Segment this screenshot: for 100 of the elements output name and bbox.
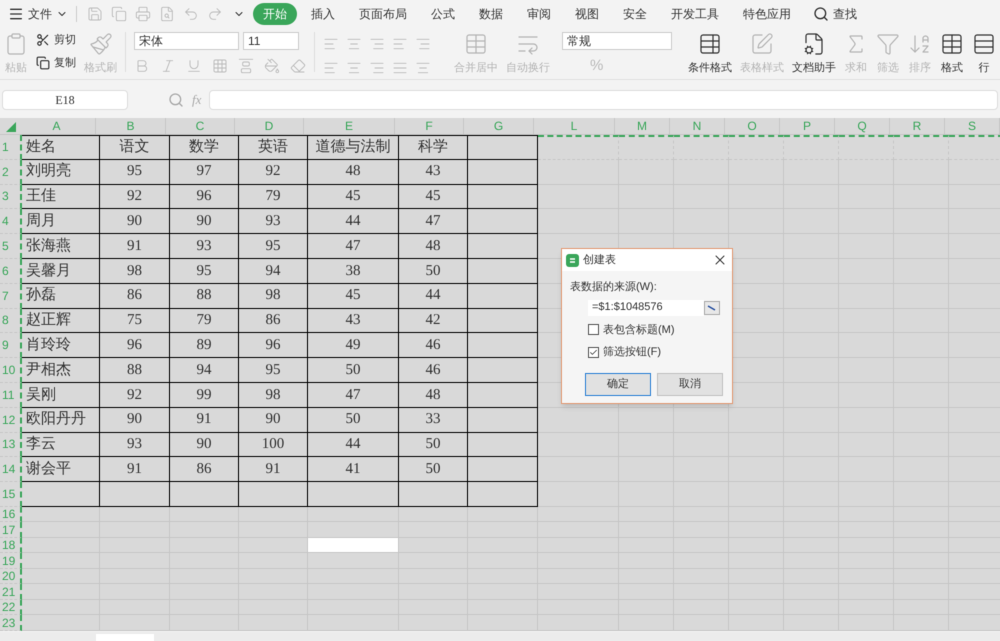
dialog-button[interactable]: 确定: [585, 372, 651, 396]
row-header[interactable]: 8: [0, 308, 22, 334]
column-header[interactable]: Q: [835, 118, 890, 134]
row-header[interactable]: 20: [0, 568, 22, 584]
zoom-icon[interactable]: [168, 92, 184, 108]
font-size-field[interactable]: 11: [242, 32, 299, 50]
column-header[interactable]: L: [534, 118, 615, 134]
toolbar-icon[interactable]: [207, 6, 223, 22]
menu-icon[interactable]: [8, 6, 24, 22]
toolbar-icon[interactable]: [135, 6, 151, 22]
file-menu[interactable]: 文件: [28, 5, 52, 23]
name-box[interactable]: E18: [2, 90, 128, 110]
row-header[interactable]: 16: [0, 506, 22, 522]
column-header[interactable]: F: [395, 118, 464, 134]
row-header[interactable]: 10: [0, 358, 22, 383]
column-header[interactable]: M: [615, 118, 670, 134]
dialog-title: 创建表: [583, 252, 617, 268]
row-header[interactable]: 19: [0, 553, 22, 569]
percent-button[interactable]: %: [562, 58, 672, 73]
row-header[interactable]: 22: [0, 600, 22, 616]
row-header[interactable]: 17: [0, 522, 22, 538]
format-icon[interactable]: [290, 58, 306, 74]
search-link[interactable]: 查找: [833, 5, 857, 23]
cut-button[interactable]: 剪切: [54, 32, 76, 48]
column-header[interactable]: A: [18, 118, 96, 134]
column-header[interactable]: C: [166, 118, 235, 134]
dialog-button[interactable]: 取消: [657, 372, 723, 396]
select-all-icon[interactable]: [6, 122, 16, 132]
column-header[interactable]: E: [304, 118, 395, 134]
row-header[interactable]: 13: [0, 432, 22, 458]
row-header[interactable]: 18: [0, 538, 22, 554]
align-icon[interactable]: [414, 36, 431, 52]
row-header[interactable]: 2: [0, 160, 22, 185]
format-icon[interactable]: [238, 58, 254, 74]
row-header[interactable]: 14: [0, 457, 22, 482]
toolbar-icon[interactable]: [111, 6, 127, 22]
checkbox[interactable]: [588, 346, 599, 358]
source-field[interactable]: =$1:$1048576: [588, 300, 704, 316]
ribbon-tab[interactable]: 开始: [253, 3, 297, 25]
row-header[interactable]: 3: [0, 184, 22, 210]
range-picker-icon[interactable]: [704, 300, 720, 314]
column-header[interactable]: D: [235, 118, 304, 134]
row-header[interactable]: 9: [0, 333, 22, 358]
align-icon[interactable]: [346, 36, 362, 52]
row-header[interactable]: 1: [0, 135, 22, 160]
toolbar-icon[interactable]: [159, 6, 175, 22]
assistant-button[interactable]: 文档助手: [792, 60, 836, 76]
row-header[interactable]: 4: [0, 209, 22, 234]
ribbon-tab[interactable]: 页面布局: [349, 3, 417, 25]
format-icon[interactable]: [212, 58, 228, 74]
align-icon[interactable]: [346, 60, 362, 76]
row-header[interactable]: 5: [0, 234, 22, 259]
align-icon[interactable]: [322, 60, 339, 76]
row-header[interactable]: 7: [0, 284, 22, 309]
row-header[interactable]: 12: [0, 408, 22, 433]
ribbon-tab[interactable]: 视图: [565, 3, 609, 25]
ribbon-tab[interactable]: 安全: [613, 3, 657, 25]
checkbox-label[interactable]: 筛选按钮(F): [603, 344, 662, 360]
format-button[interactable]: 格式: [941, 60, 963, 76]
row-header[interactable]: 11: [0, 382, 22, 408]
align-icon[interactable]: [368, 60, 385, 76]
ribbon-tab[interactable]: 数据: [469, 3, 513, 25]
align-icon[interactable]: [368, 36, 385, 52]
column-header[interactable]: R: [890, 118, 945, 134]
toolbar-icon[interactable]: [87, 6, 103, 22]
align-icon[interactable]: [392, 36, 408, 52]
row-header[interactable]: 15: [0, 482, 22, 507]
align-icon[interactable]: [322, 36, 339, 52]
ribbon-tab[interactable]: 特色应用: [733, 3, 801, 25]
ribbon-tab[interactable]: 审阅: [517, 3, 561, 25]
font-name-field[interactable]: 宋体: [134, 32, 239, 50]
checkbox-label[interactable]: 表包含标题(M): [603, 322, 674, 338]
row-header[interactable]: 23: [0, 615, 22, 631]
ribbon-tab[interactable]: 公式: [421, 3, 465, 25]
function-label[interactable]: fx: [192, 90, 202, 110]
align-icon[interactable]: [414, 60, 431, 76]
formula-field[interactable]: [209, 90, 998, 110]
search-icon[interactable]: [813, 6, 829, 22]
checkbox[interactable]: [588, 324, 599, 336]
rows-button[interactable]: 行: [978, 60, 990, 76]
column-header[interactable]: G: [464, 118, 534, 134]
number-format-field[interactable]: 常规: [562, 32, 672, 50]
format-icon[interactable]: [186, 58, 202, 74]
conditional-button[interactable]: 条件格式: [688, 60, 732, 76]
table-cell: 50: [399, 258, 468, 284]
toolbar-icon[interactable]: [183, 6, 199, 22]
ribbon-tab[interactable]: 插入: [301, 3, 345, 25]
column-header[interactable]: B: [96, 118, 166, 134]
table-cell: [949, 615, 1000, 631]
column-header[interactable]: S: [945, 118, 1000, 134]
column-header[interactable]: P: [780, 118, 835, 134]
row-header[interactable]: 21: [0, 584, 22, 600]
format-icon[interactable]: [264, 58, 280, 74]
column-header[interactable]: N: [670, 118, 725, 134]
copy-button[interactable]: 复制: [54, 54, 76, 71]
table-cell: 94: [239, 258, 308, 284]
row-header[interactable]: 6: [0, 258, 22, 284]
align-icon[interactable]: [392, 60, 408, 76]
column-header[interactable]: O: [725, 118, 780, 134]
ribbon-tab[interactable]: 开发工具: [661, 3, 729, 25]
